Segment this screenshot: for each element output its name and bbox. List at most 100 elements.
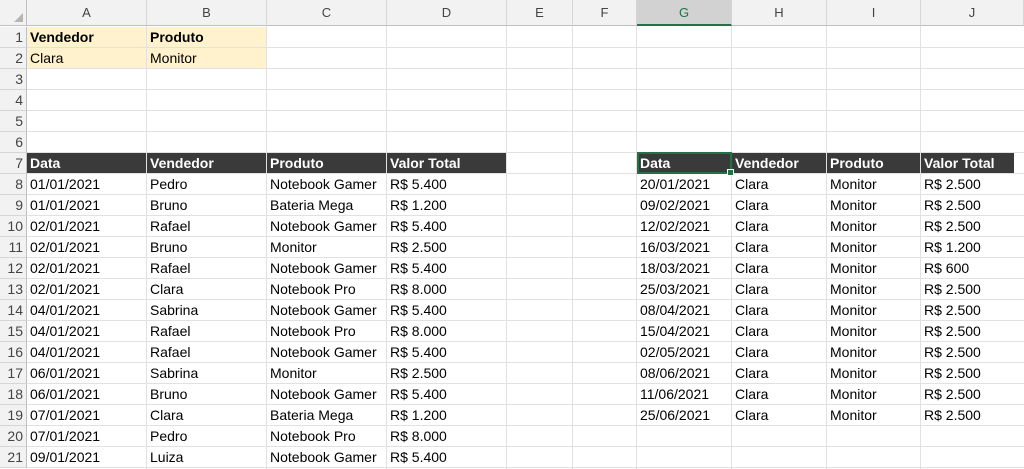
filtered-table-cell[interactable]: Clara: [732, 321, 827, 342]
source-table-cell[interactable]: 02/01/2021: [27, 237, 147, 258]
source-table-cell[interactable]: Bateria Mega: [267, 195, 387, 216]
filtered-table-cell[interactable]: R$ 2.500: [921, 279, 1024, 300]
row-header-20[interactable]: 20: [0, 426, 27, 447]
source-table-cell[interactable]: Notebook Gamer: [267, 216, 387, 237]
source-table-cell[interactable]: R$ 5.400: [387, 447, 507, 468]
source-table-cell[interactable]: Rafael: [147, 321, 267, 342]
source-table-cell[interactable]: R$ 5.400: [387, 174, 507, 195]
filtered-table-cell[interactable]: Monitor: [827, 363, 921, 384]
source-table-cell[interactable]: Bruno: [147, 195, 267, 216]
row-header-1[interactable]: 1: [0, 27, 27, 48]
spreadsheet-grid[interactable]: A B C D E F G H I J 1 2 3 4 5 6 7 8 9 10 11 12 13 14 15 16 17 18 19 2…: [0, 0, 1024, 469]
source-table-cell[interactable]: Bateria Mega: [267, 405, 387, 426]
filtered-table-cell[interactable]: 25/03/2021: [637, 279, 732, 300]
source-table-cell[interactable]: Pedro: [147, 426, 267, 447]
column-header-g[interactable]: G: [637, 0, 732, 26]
filtered-table-cell[interactable]: Monitor: [827, 384, 921, 405]
source-table-cell[interactable]: Notebook Gamer: [267, 174, 387, 195]
row-header-19[interactable]: 19: [0, 405, 27, 426]
row-header-15[interactable]: 15: [0, 321, 27, 342]
source-table-cell[interactable]: 06/01/2021: [27, 384, 147, 405]
source-table-cell[interactable]: Notebook Pro: [267, 426, 387, 447]
filtered-table-header-cell[interactable]: Vendedor: [732, 153, 827, 174]
source-table-cell[interactable]: Notebook Gamer: [267, 258, 387, 279]
filtered-table-header-cell[interactable]: Produto: [827, 153, 921, 174]
filtered-table-cell[interactable]: 09/02/2021: [637, 195, 732, 216]
row-header-12[interactable]: 12: [0, 258, 27, 279]
column-header-f[interactable]: F: [573, 0, 637, 26]
filtered-table-cell[interactable]: 11/06/2021: [637, 384, 732, 405]
source-table-cell[interactable]: 02/01/2021: [27, 216, 147, 237]
select-all-corner[interactable]: [0, 0, 27, 26]
filtered-table-cell[interactable]: R$ 2.500: [921, 195, 1024, 216]
source-table-cell[interactable]: Notebook Pro: [267, 321, 387, 342]
filtered-table-cell[interactable]: 18/03/2021: [637, 258, 732, 279]
filtered-table-cell[interactable]: Clara: [732, 195, 827, 216]
row-header-9[interactable]: 9: [0, 195, 27, 216]
row-header-6[interactable]: 6: [0, 132, 27, 153]
filtered-table-cell[interactable]: Monitor: [827, 237, 921, 258]
filtered-table-cell[interactable]: 16/03/2021: [637, 237, 732, 258]
filtered-table-cell[interactable]: 20/01/2021: [637, 174, 732, 195]
source-table-cell[interactable]: R$ 8.000: [387, 321, 507, 342]
source-table-cell[interactable]: 02/01/2021: [27, 258, 147, 279]
row-header-11[interactable]: 11: [0, 237, 27, 258]
column-header-d[interactable]: D: [387, 0, 507, 26]
row-header-8[interactable]: 8: [0, 174, 27, 195]
source-table-cell[interactable]: Notebook Pro: [267, 279, 387, 300]
source-table-cell[interactable]: R$ 8.000: [387, 426, 507, 447]
source-table-cell[interactable]: R$ 5.400: [387, 258, 507, 279]
source-table-cell[interactable]: R$ 5.400: [387, 216, 507, 237]
source-table-cell[interactable]: 04/01/2021: [27, 321, 147, 342]
source-table-cell[interactable]: 07/01/2021: [27, 426, 147, 447]
source-table-cell[interactable]: Rafael: [147, 258, 267, 279]
source-table-cell[interactable]: Notebook Gamer: [267, 300, 387, 321]
filtered-table-cell[interactable]: R$ 2.500: [921, 384, 1024, 405]
filtered-table-cell[interactable]: R$ 1.200: [921, 237, 1024, 258]
criteria-value-cell[interactable]: Monitor: [147, 48, 267, 69]
filtered-table-cell[interactable]: R$ 2.500: [921, 216, 1024, 237]
filtered-table-cell[interactable]: R$ 2.500: [921, 405, 1024, 426]
source-table-cell[interactable]: R$ 2.500: [387, 237, 507, 258]
row-header-2[interactable]: 2: [0, 48, 27, 69]
column-header-e[interactable]: E: [507, 0, 573, 26]
filtered-table-cell[interactable]: R$ 2.500: [921, 321, 1024, 342]
filtered-table-cell[interactable]: Clara: [732, 300, 827, 321]
row-header-7[interactable]: 7: [0, 153, 27, 174]
filtered-table-cell[interactable]: Monitor: [827, 174, 921, 195]
filtered-table-header-cell[interactable]: Valor Total: [921, 153, 1024, 174]
source-table-cell[interactable]: 01/01/2021: [27, 174, 147, 195]
source-table-cell[interactable]: R$ 5.400: [387, 342, 507, 363]
column-header-a[interactable]: A: [27, 0, 147, 26]
source-table-header-cell[interactable]: Produto: [267, 153, 387, 174]
row-header-16[interactable]: 16: [0, 342, 27, 363]
source-table-cell[interactable]: Clara: [147, 405, 267, 426]
source-table-cell[interactable]: Bruno: [147, 384, 267, 405]
source-table-cell[interactable]: Sabrina: [147, 363, 267, 384]
filtered-table-cell[interactable]: Clara: [732, 237, 827, 258]
source-table-cell[interactable]: Bruno: [147, 237, 267, 258]
source-table-header-cell[interactable]: Data: [27, 153, 147, 174]
filtered-table-cell[interactable]: Clara: [732, 405, 827, 426]
row-header-3[interactable]: 3: [0, 69, 27, 90]
row-header-4[interactable]: 4: [0, 90, 27, 111]
column-header-h[interactable]: H: [732, 0, 827, 26]
column-header-b[interactable]: B: [147, 0, 267, 26]
filtered-table-cell[interactable]: Monitor: [827, 216, 921, 237]
row-header-10[interactable]: 10: [0, 216, 27, 237]
row-header-18[interactable]: 18: [0, 384, 27, 405]
row-header-17[interactable]: 17: [0, 363, 27, 384]
filtered-table-cell[interactable]: R$ 2.500: [921, 342, 1024, 363]
source-table-cell[interactable]: Luiza: [147, 447, 267, 468]
filtered-table-cell[interactable]: 08/04/2021: [637, 300, 732, 321]
criteria-value-cell[interactable]: Clara: [27, 48, 147, 69]
row-header-5[interactable]: 5: [0, 111, 27, 132]
source-table-cell[interactable]: 04/01/2021: [27, 300, 147, 321]
source-table-cell[interactable]: R$ 2.500: [387, 363, 507, 384]
source-table-cell[interactable]: R$ 5.400: [387, 384, 507, 405]
filtered-table-cell[interactable]: Clara: [732, 174, 827, 195]
source-table-cell[interactable]: Notebook Gamer: [267, 447, 387, 468]
source-table-cell[interactable]: R$ 8.000: [387, 279, 507, 300]
source-table-cell[interactable]: Monitor: [267, 363, 387, 384]
source-table-cell[interactable]: Notebook Gamer: [267, 384, 387, 405]
